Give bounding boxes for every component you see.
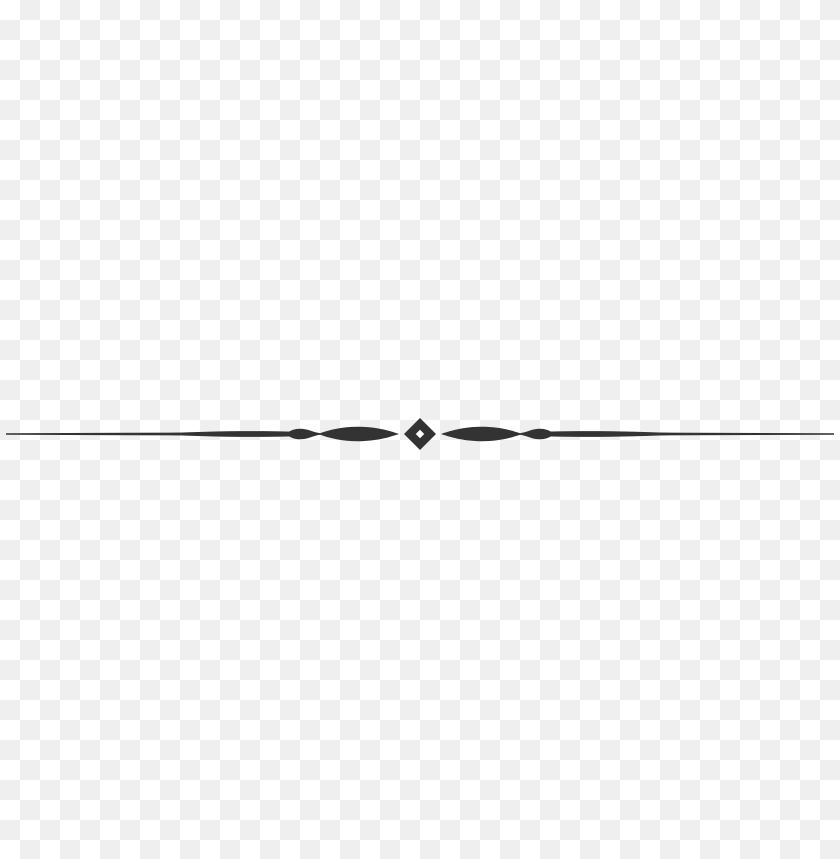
left-taper <box>150 431 292 437</box>
left-bulb-large <box>318 426 399 442</box>
decorative-divider <box>6 418 834 450</box>
right-bulb-large <box>441 426 522 442</box>
right-hairline <box>660 432 834 436</box>
transparent-canvas <box>0 0 840 859</box>
